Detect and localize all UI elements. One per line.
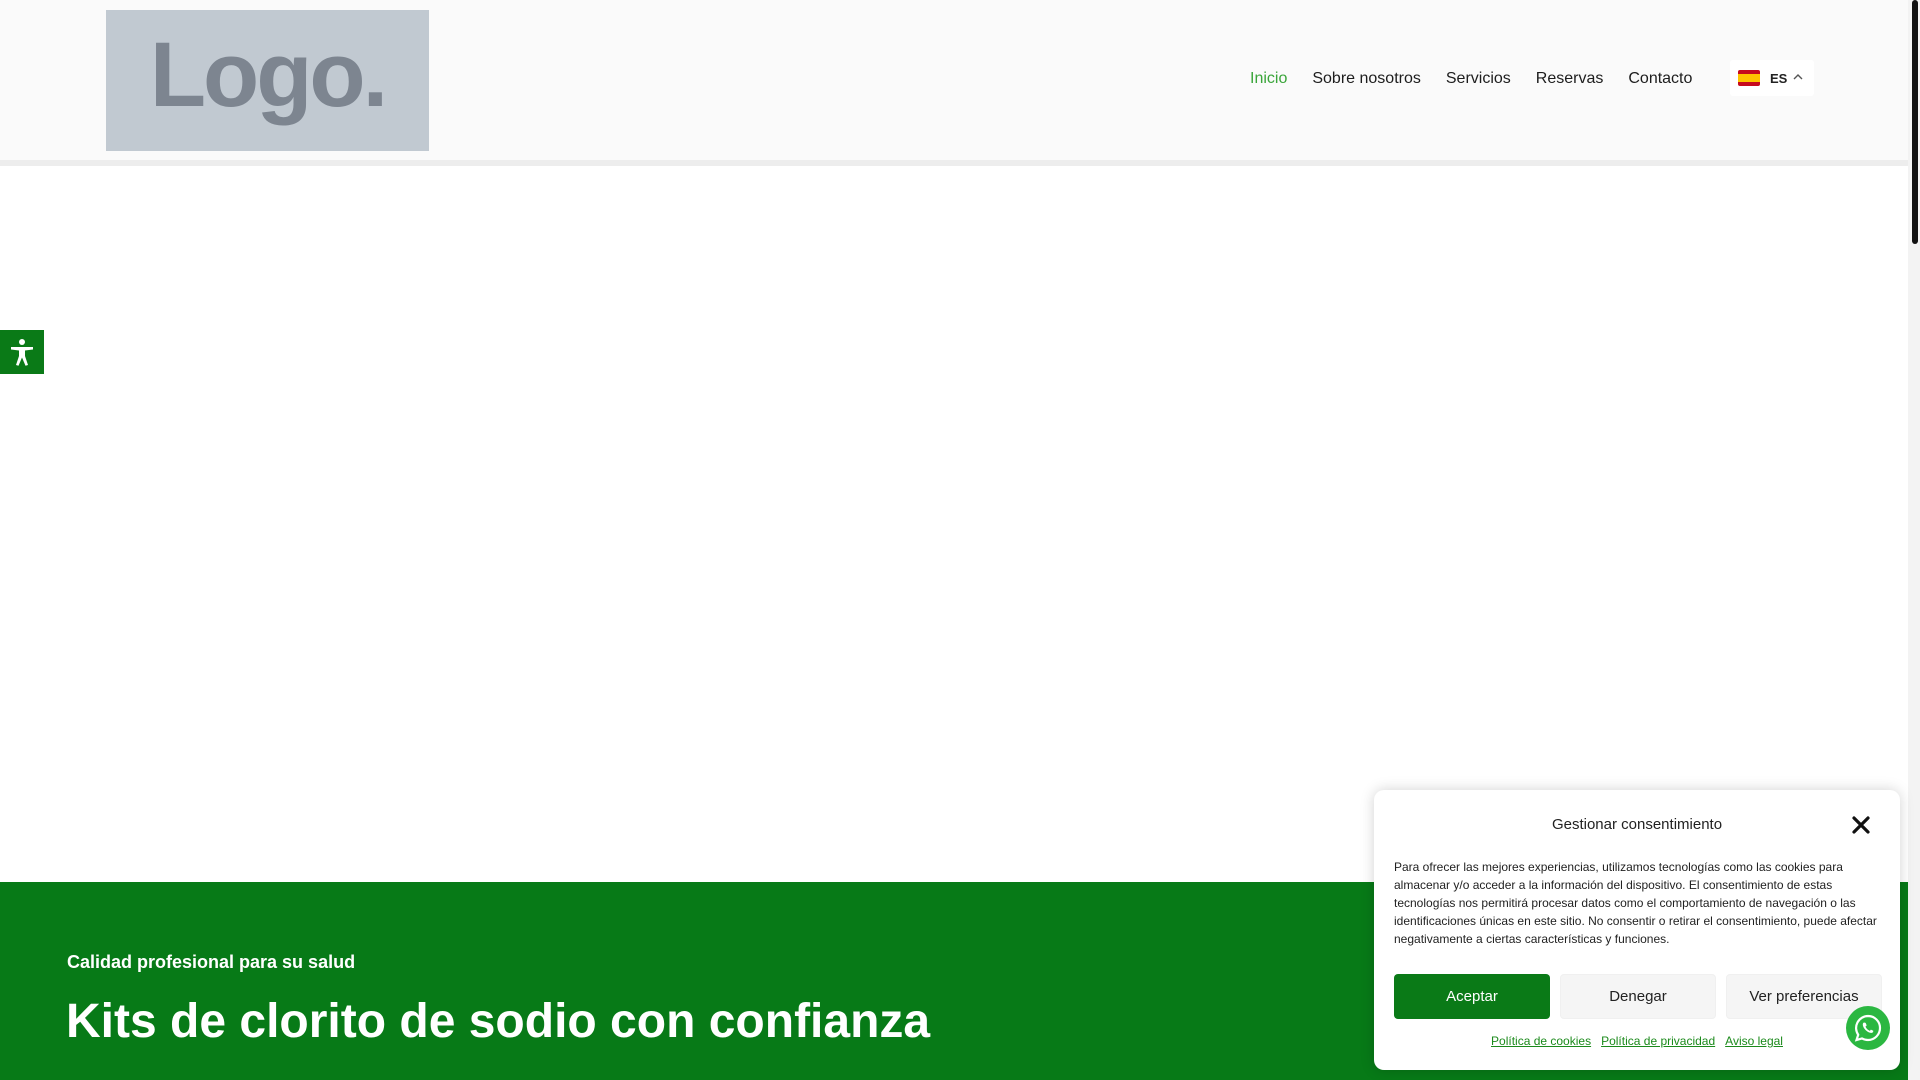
cookie-consent-dialog: Gestionar consentimiento Para ofrecer la… <box>1374 790 1900 1070</box>
accessibility-button[interactable] <box>0 330 44 374</box>
nav-item-sobre-nosotros[interactable]: Sobre nosotros <box>1312 70 1421 88</box>
close-button[interactable] <box>1850 814 1872 836</box>
cookie-dialog-title: Gestionar consentimiento <box>1551 816 1723 833</box>
privacy-policy-link[interactable]: Política de privacidad <box>1601 1034 1715 1048</box>
nav-item-contacto[interactable]: Contacto <box>1628 70 1692 88</box>
main-nav: Inicio Sobre nosotros Servicios Reservas… <box>1250 70 1692 88</box>
accessibility-icon <box>11 339 33 366</box>
whatsapp-icon <box>1854 1014 1882 1042</box>
logo-text: Logo. <box>149 24 388 126</box>
nav-item-servicios[interactable]: Servicios <box>1446 70 1511 88</box>
hero-title: Kits de clorito de sodio con confianza <box>66 995 931 1048</box>
language-switcher[interactable]: ES <box>1730 60 1814 96</box>
whatsapp-button[interactable] <box>1846 1006 1890 1050</box>
nav-item-inicio[interactable]: Inicio <box>1250 70 1287 88</box>
chevron-up-icon <box>1793 72 1803 84</box>
site-header: Logo. Inicio Sobre nosotros Servicios Re… <box>0 0 1908 166</box>
deny-button[interactable]: Denegar <box>1560 974 1716 1019</box>
cookie-buttons: Aceptar Denegar Ver preferencias <box>1394 974 1882 1019</box>
site-logo[interactable]: Logo. <box>106 10 429 151</box>
scrollbar-track[interactable] <box>1908 0 1920 1080</box>
cookie-dialog-text: Para ofrecer las mejores experiencias, u… <box>1394 860 1877 946</box>
hero-kicker: Calidad profesional para su salud <box>67 952 356 972</box>
cookie-policy-link[interactable]: Política de cookies <box>1491 1034 1591 1048</box>
spain-flag-icon <box>1738 70 1760 86</box>
legal-notice-link[interactable]: Aviso legal <box>1725 1034 1783 1048</box>
language-code: ES <box>1770 70 1788 86</box>
scrollbar-thumb[interactable] <box>1912 0 1918 244</box>
cookie-policy-links: Política de cookies Política de privacid… <box>1374 1034 1900 1048</box>
accept-button[interactable]: Aceptar <box>1394 974 1550 1019</box>
nav-item-reservas[interactable]: Reservas <box>1536 70 1604 88</box>
close-icon <box>1852 816 1870 834</box>
